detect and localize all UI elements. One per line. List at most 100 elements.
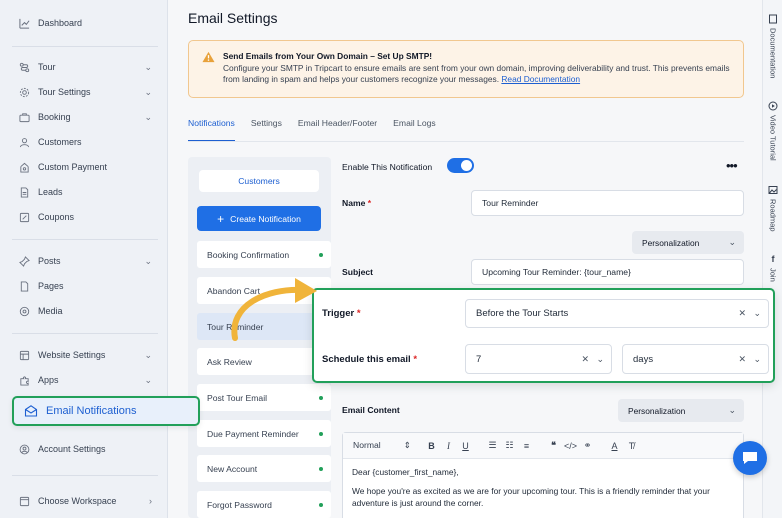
email-paragraph: We hope you're as excited as we are for …: [352, 486, 710, 508]
schedule-value: 7: [476, 353, 482, 365]
list-item[interactable]: Due Payment Reminder: [197, 420, 331, 447]
chevron-down-icon: ⌄: [144, 61, 152, 72]
bullet-list-icon[interactable]: ☷: [501, 440, 518, 451]
play-icon: [768, 101, 778, 111]
sidebar-item-tour[interactable]: Tour ⌄: [18, 57, 158, 77]
personalization-button[interactable]: Personalization ⌄: [632, 231, 744, 254]
name-label: Name *: [342, 198, 371, 208]
curved-arrow-icon: [231, 278, 317, 341]
sidebar-item-pages[interactable]: Pages: [18, 276, 158, 296]
page-icon: [18, 280, 30, 292]
clear-icon[interactable]: ✕: [581, 354, 589, 365]
sidebar-item-choose-workspace[interactable]: Choose Workspace ›: [18, 491, 158, 511]
quote-icon[interactable]: ❝: [545, 440, 562, 451]
rail-join[interactable]: f Join: [767, 254, 779, 282]
format-select[interactable]: Normal ⇕: [353, 440, 411, 451]
list-item[interactable]: Post Tour Email: [197, 384, 331, 411]
content-personalization-button[interactable]: Personalization ⌄: [618, 399, 744, 422]
list-item-label: Booking Confirmation: [207, 249, 290, 260]
sidebar-item-account-settings[interactable]: Account Settings: [18, 439, 158, 459]
pin-icon: [18, 255, 30, 267]
enable-notification-toggle[interactable]: [447, 158, 474, 173]
mail-icon: [24, 404, 38, 418]
more-options-icon[interactable]: •••: [726, 158, 738, 173]
account-icon: [18, 443, 30, 455]
subject-input[interactable]: Upcoming Tour Reminder: {tour_name}: [471, 259, 744, 285]
sidebar-item-media[interactable]: Media: [18, 301, 158, 321]
page-title: Email Settings: [188, 10, 278, 26]
chevron-down-icon[interactable]: ⌄: [753, 354, 761, 365]
tab-email-header-footer[interactable]: Email Header/Footer: [298, 118, 377, 142]
clear-icon[interactable]: ✕: [738, 354, 746, 365]
name-input[interactable]: Tour Reminder: [471, 190, 744, 216]
required-mark: *: [367, 198, 372, 208]
sidebar-item-email-notifications[interactable]: Email Notifications: [12, 396, 200, 426]
chevron-down-icon[interactable]: ⌄: [596, 354, 604, 365]
sidebar-item-website-settings[interactable]: Website Settings ⌄: [18, 345, 158, 365]
chat-button[interactable]: [733, 441, 767, 475]
puzzle-icon: [18, 374, 30, 386]
editor-body[interactable]: Dear {customer_first_name}, We hope you'…: [343, 459, 743, 518]
schedule-value-select[interactable]: 7 ✕ ⌄: [465, 344, 612, 374]
sidebar-item-leads[interactable]: Leads: [18, 182, 158, 202]
sidebar-item-label: Custom Payment: [38, 162, 108, 172]
facebook-icon: f: [771, 254, 775, 264]
ordered-list-icon[interactable]: ☰: [484, 440, 501, 451]
sidebar-item-apps[interactable]: Apps ⌄: [18, 370, 158, 390]
status-dot: [319, 502, 323, 507]
create-notification-button[interactable]: + Create Notification: [197, 206, 321, 231]
sidebar-item-posts[interactable]: Posts ⌄: [18, 251, 158, 271]
link-icon[interactable]: ⚭: [579, 440, 596, 451]
chevron-down-icon[interactable]: ⌄: [753, 308, 761, 319]
text-color-icon[interactable]: A: [606, 441, 623, 451]
sidebar-divider: [12, 475, 158, 476]
sidebar-item-label: Website Settings: [38, 350, 106, 360]
tab-email-logs[interactable]: Email Logs: [393, 118, 436, 142]
underline-icon[interactable]: U: [457, 441, 474, 451]
clear-format-icon[interactable]: T̸: [623, 441, 640, 451]
sidebar-item-coupons[interactable]: Coupons: [18, 207, 158, 227]
sidebar-item-booking[interactable]: Booking ⌄: [18, 107, 158, 127]
read-documentation-link[interactable]: Read Documentation: [501, 74, 580, 84]
enable-notification-label: Enable This Notification: [342, 162, 433, 172]
list-item[interactable]: Forgot Password: [197, 491, 331, 518]
code-icon[interactable]: </>: [562, 441, 579, 451]
sidebar-item-label: Account Settings: [38, 444, 106, 454]
personalization-label: Personalization: [642, 237, 700, 248]
rail-documentation[interactable]: Documentation: [767, 14, 779, 78]
rail-label: Roadmap: [768, 199, 778, 232]
schedule-unit: days: [633, 353, 654, 365]
tab-settings[interactable]: Settings: [251, 118, 282, 142]
sidebar-item-dashboard[interactable]: Dashboard: [18, 13, 158, 33]
sidebar-item-customers[interactable]: Customers: [18, 132, 158, 152]
align-icon[interactable]: ≡: [518, 441, 535, 451]
italic-icon[interactable]: I: [440, 441, 457, 451]
list-item-label: Ask Review: [207, 356, 252, 367]
subject-label: Subject: [342, 267, 374, 277]
list-item[interactable]: Booking Confirmation: [197, 241, 331, 268]
help-rail: Documentation Video Tutorial Roadmap f J…: [762, 0, 782, 518]
rail-video-tutorial[interactable]: Video Tutorial: [767, 101, 779, 161]
list-item[interactable]: New Account: [197, 455, 331, 482]
sidebar-divider: [12, 239, 158, 240]
schedule-unit-select[interactable]: days ✕ ⌄: [622, 344, 769, 374]
sidebar-item-tour-settings[interactable]: Tour Settings ⌄: [18, 82, 158, 102]
list-item-label: Forgot Password: [207, 499, 272, 510]
chevron-down-icon: ⌄: [728, 237, 736, 247]
editor-toolbar: Normal ⇕ B I U ☰ ☷ ≡ ❝ </> ⚭ A T̸: [343, 433, 743, 459]
trigger-select[interactable]: Before the Tour Starts ✕ ⌄: [465, 299, 769, 328]
email-content-editor[interactable]: Normal ⇕ B I U ☰ ☷ ≡ ❝ </> ⚭ A T̸ Dear {c…: [342, 432, 744, 518]
sidebar-item-label: Apps: [38, 375, 59, 385]
bold-icon[interactable]: B: [423, 441, 440, 451]
list-item[interactable]: Ask Review: [197, 348, 331, 375]
tab-bar: Notifications Settings Email Header/Foot…: [188, 118, 452, 142]
rail-roadmap[interactable]: Roadmap: [767, 185, 779, 232]
chevron-down-icon: ⌄: [144, 374, 152, 385]
sidebar-item-custom-payment[interactable]: Custom Payment: [18, 157, 158, 177]
chevron-down-icon: ⌄: [728, 405, 736, 415]
clear-icon[interactable]: ✕: [738, 308, 746, 319]
sidebar-divider: [12, 46, 158, 47]
audience-selector[interactable]: Customers: [199, 170, 319, 192]
schedule-label-text: Schedule this email: [322, 354, 411, 365]
tab-notifications[interactable]: Notifications: [188, 118, 235, 142]
